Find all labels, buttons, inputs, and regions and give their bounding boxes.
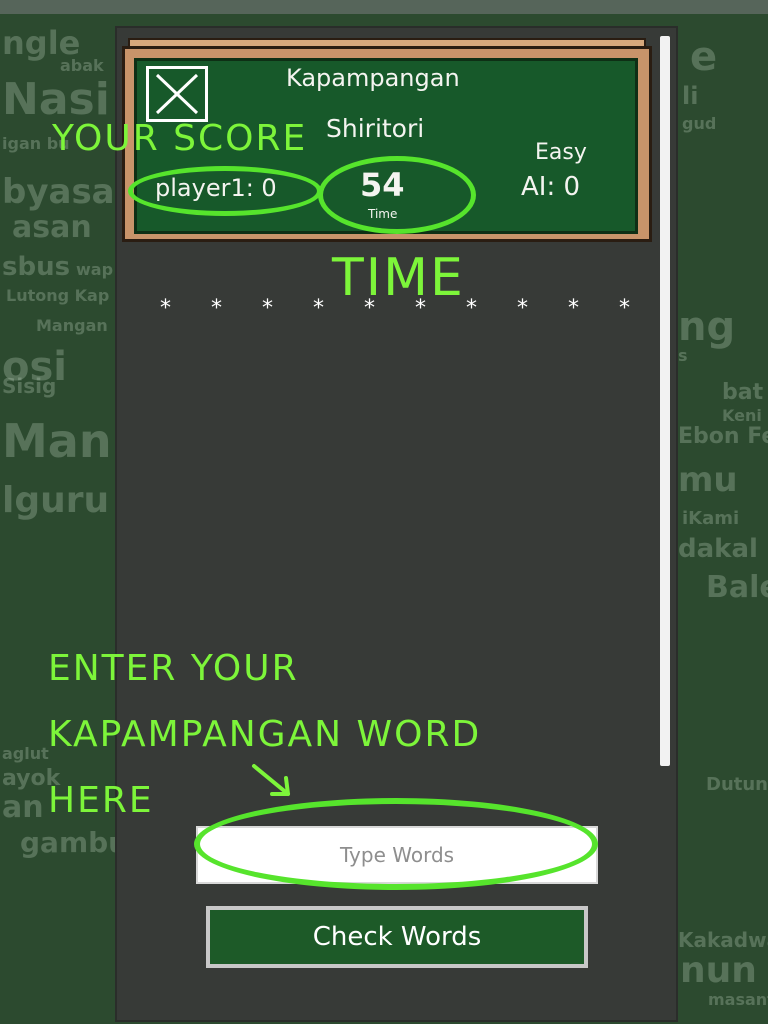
arrow-down-right-icon xyxy=(252,764,290,796)
close-button[interactable] xyxy=(146,66,208,122)
check-words-button[interactable]: Check Words xyxy=(206,906,588,968)
bg-word: nun xyxy=(680,950,757,991)
bg-word: masant xyxy=(708,990,768,1009)
word-slot: * xyxy=(211,296,222,321)
bg-word: lguru xyxy=(2,480,110,521)
bg-word: byasa xyxy=(2,172,115,212)
timer-highlight xyxy=(318,156,476,234)
enter-word-annotation-line1: ENTER YOUR xyxy=(48,648,299,689)
bg-word: dakal xyxy=(678,534,758,564)
bg-word: s xyxy=(678,346,688,365)
word-slot: * xyxy=(568,296,579,321)
top-strip xyxy=(0,0,768,14)
word-slot: * xyxy=(160,296,171,321)
bg-word: abak xyxy=(60,56,104,75)
bg-word: gambu xyxy=(20,826,129,859)
bg-word: asan xyxy=(12,210,92,245)
bg-word: Ebon Fe xyxy=(678,424,768,449)
your-score-annotation: YOUR SCORE xyxy=(52,118,308,159)
bg-word: aglut xyxy=(2,744,49,763)
word-slot: * xyxy=(313,296,324,321)
bg-word: Dutung xyxy=(706,774,768,795)
bg-word: sbus xyxy=(2,252,71,282)
bg-word: an xyxy=(2,790,44,825)
bg-word: ng xyxy=(678,304,736,350)
word-slot: * xyxy=(415,296,426,321)
bg-word: Man xyxy=(2,414,112,468)
word-slot: * xyxy=(466,296,477,321)
scrollbar[interactable] xyxy=(660,36,670,766)
bg-word: Keni xyxy=(722,406,762,425)
bg-word: Sisig xyxy=(2,374,57,398)
word-slots: * * * * * * * * * * xyxy=(160,296,640,326)
bg-word: Lutong Kap xyxy=(6,286,110,305)
enter-word-annotation-line2: KAPAMPANGAN WORD xyxy=(48,714,482,755)
bg-word: e xyxy=(690,34,718,80)
bg-word: gud xyxy=(682,114,717,133)
bg-word: wap xyxy=(76,260,114,279)
word-input-highlight xyxy=(194,798,598,890)
difficulty-label: Easy xyxy=(535,140,587,165)
bg-word: Kakadwa xyxy=(678,928,768,952)
enter-word-annotation-line3: HERE xyxy=(48,780,154,821)
word-slot: * xyxy=(619,296,630,321)
bg-word: iKami xyxy=(682,508,740,529)
word-slot: * xyxy=(364,296,375,321)
bg-word: Mangan xyxy=(36,316,108,335)
player-score-highlight xyxy=(128,166,322,216)
ai-score: AI: 0 xyxy=(521,172,581,202)
game-title-line2: Shiritori xyxy=(326,114,425,143)
word-slot: * xyxy=(517,296,528,321)
close-x-icon xyxy=(155,73,199,115)
bg-word: li xyxy=(682,82,699,110)
bg-word: Bale xyxy=(706,570,768,605)
bg-word: mu xyxy=(678,460,738,500)
bg-word: bat xyxy=(722,380,764,405)
game-title-line1: Kapampangan xyxy=(286,64,460,92)
word-slot: * xyxy=(262,296,273,321)
